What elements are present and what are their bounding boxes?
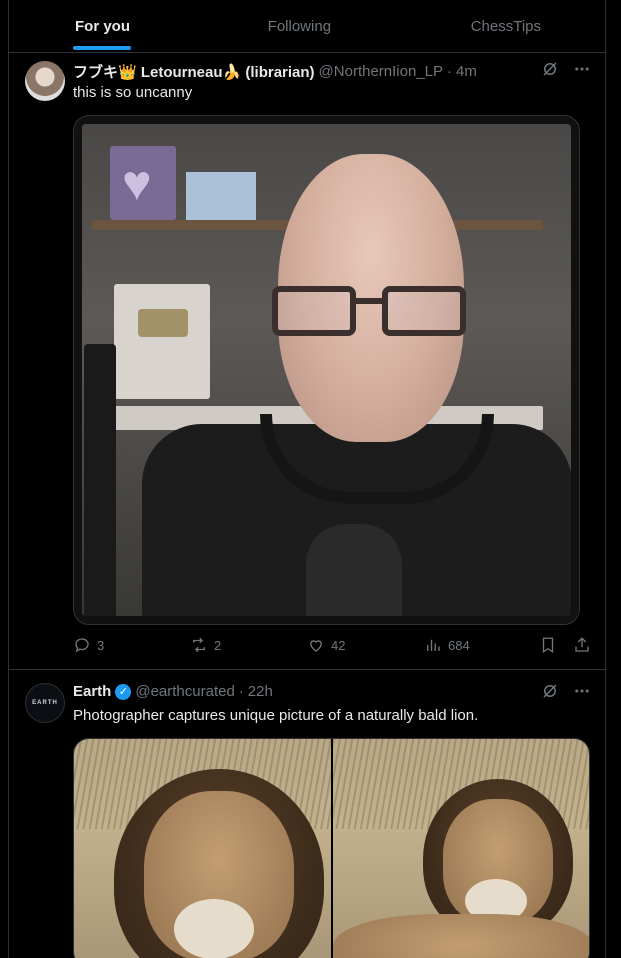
tab-label: ChessTips: [470, 17, 542, 35]
view-count: 684: [448, 637, 470, 653]
tweet-header-actions: [541, 682, 591, 700]
separator-dot: ·: [447, 63, 453, 80]
like-count: 42: [331, 637, 346, 653]
tab-for-you[interactable]: For you: [9, 0, 212, 52]
author-handle[interactable]: @NorthernIion_LP: [319, 63, 443, 80]
like-icon: [310, 640, 322, 652]
tab-label: Following: [267, 17, 332, 35]
grok-icon[interactable]: [541, 60, 559, 78]
tweet[interactable]: フブキ👑 Letourneau🍌 (librarian) @NorthernIi…: [9, 53, 605, 670]
author-handle[interactable]: @earthcurated: [135, 683, 234, 700]
timeline: For you Following ChessTips フブキ👑 Letourn…: [8, 0, 606, 958]
tweet-text: this is so uncanny: [73, 84, 193, 101]
timestamp[interactable]: 4m: [456, 63, 477, 80]
tab-label: For you: [75, 17, 130, 35]
tweet-text: Photographer captures unique picture of …: [73, 707, 479, 724]
reply-button[interactable]: 3: [73, 636, 190, 654]
tweet-actions: 3 2 42 684: [73, 635, 591, 655]
grok-icon[interactable]: [541, 682, 559, 700]
video-frame: [82, 124, 571, 616]
reply-icon: [75, 638, 89, 653]
repost-button[interactable]: 2: [190, 636, 307, 654]
views-button[interactable]: 684: [424, 636, 541, 654]
tweet-secondary-actions: [539, 636, 591, 654]
reply-count: 3: [97, 637, 105, 653]
avatar[interactable]: EARTH: [25, 683, 65, 723]
lion-muzzle: [174, 899, 254, 958]
tweet-header-actions: [541, 60, 591, 78]
timestamp[interactable]: 22h: [248, 683, 273, 700]
bookmark-icon[interactable]: [539, 636, 557, 654]
more-icon[interactable]: [573, 682, 591, 700]
glasses: [272, 286, 466, 344]
tweet[interactable]: EARTH Earth ✓ @earthcurated · 22h Photog…: [9, 670, 605, 958]
heart-frame: [110, 146, 176, 220]
repost-icon: [193, 637, 205, 653]
microphone: [306, 524, 402, 616]
lion-photo-right[interactable]: [332, 739, 589, 958]
share-icon[interactable]: [573, 636, 591, 654]
lion-body: [332, 914, 589, 958]
active-tab-indicator: [73, 46, 131, 50]
tab-chesstips[interactable]: ChessTips: [404, 0, 605, 52]
award-plaque: [114, 284, 210, 399]
avatar[interactable]: [25, 61, 65, 101]
speaker: [84, 344, 116, 616]
lion-photo-left[interactable]: [74, 739, 331, 958]
tweet-photos: [73, 738, 590, 958]
tweet-header: Earth ✓ @earthcurated · 22h: [73, 683, 591, 700]
author-name[interactable]: フブキ👑 Letourneau🍌 (librarian): [73, 61, 315, 82]
timeline-tabs: For you Following ChessTips: [9, 0, 605, 53]
avatar-logo-text: EARTH: [32, 700, 58, 706]
more-icon[interactable]: [573, 60, 591, 78]
picture-card: [186, 172, 256, 220]
author-name[interactable]: Earth: [73, 683, 111, 700]
views-icon: [427, 639, 440, 651]
verified-badge-icon: ✓: [115, 683, 132, 700]
separator-dot: ·: [238, 683, 244, 700]
tweet-video[interactable]: [73, 115, 580, 625]
like-button[interactable]: 42: [307, 636, 424, 654]
tab-following[interactable]: Following: [212, 0, 405, 52]
tweet-header: フブキ👑 Letourneau🍌 (librarian) @NorthernIi…: [73, 61, 591, 82]
repost-count: 2: [214, 637, 222, 653]
